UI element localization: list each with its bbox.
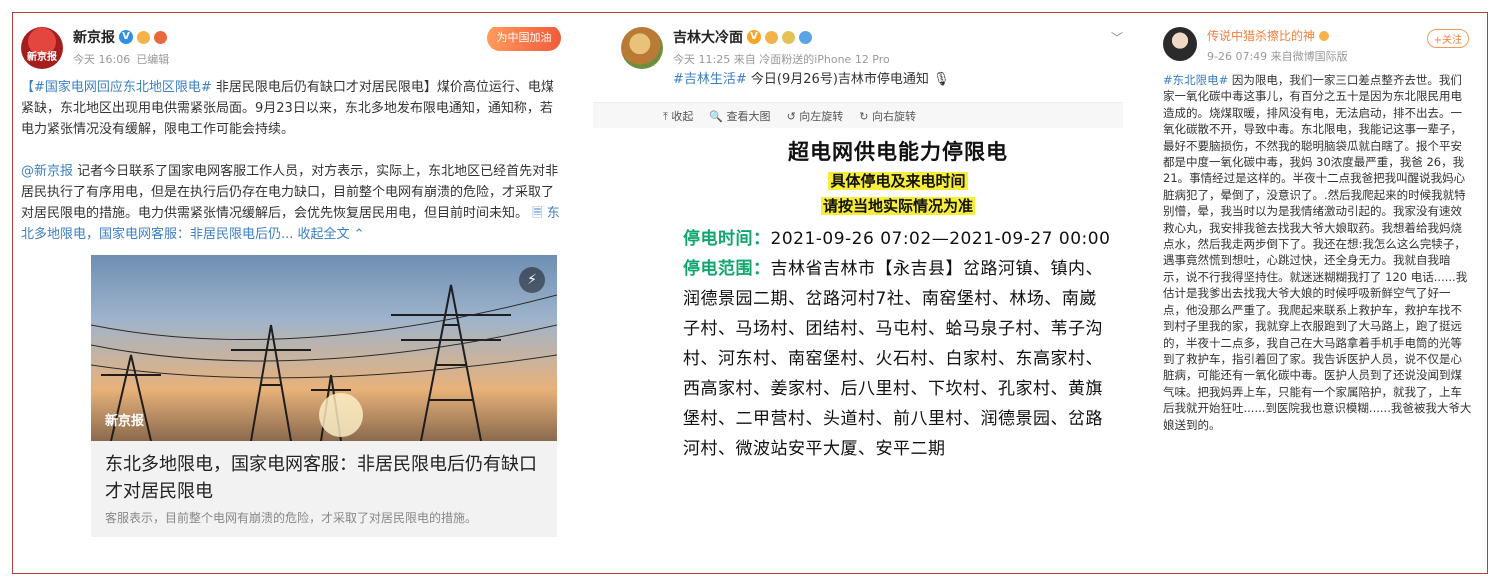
globe-icon	[799, 30, 812, 44]
medal-icon	[137, 30, 150, 44]
verified-icon: V	[747, 30, 761, 44]
post-header: 传说中猎杀擦比的神 9-26 07:49 来自微博国际版 +关注	[1163, 27, 1473, 64]
avatar[interactable]	[1163, 27, 1197, 61]
weibo-post-jilin: 吉林大冷面 V 今天 11:25 来自 冷面粉送的iPhone 12 Pro #…	[593, 27, 1123, 567]
mention-link[interactable]: @新京报	[21, 164, 73, 179]
outage-time-label: 停电时间：	[683, 229, 771, 249]
article-card-title: 东北多地限电，国家电网客服：非居民限电后仍有缺口才对居民限电	[105, 454, 537, 502]
hashtag-link[interactable]: #吉林生活#	[673, 72, 747, 87]
outage-range-value: 吉林省吉林市【永吉县】岔路河镇、镇内、润德景园二期、岔路河村7社、南窑堡村、林场…	[683, 259, 1103, 459]
outage-notice-image[interactable]: 超电网供电能力停限电 具体停电及来电时间 请按当地实际情况为准 停电时间：202…	[593, 136, 1123, 464]
username[interactable]: 吉林大冷面	[673, 27, 743, 47]
verified-icon: V	[119, 30, 133, 44]
post-paragraph: 记者今日联系了国家电网客服工作人员，对方表示，实际上，东北地区已经首先对非居民执…	[21, 164, 559, 221]
post-text: 【#国家电网回应东北地区限电# 非居民限电后仍有缺口才对居民限电】煤价高位运行、…	[21, 77, 561, 245]
view-large-button[interactable]: 🔍 查看大图	[709, 108, 770, 124]
outage-range-label: 停电范围：	[683, 259, 771, 279]
username[interactable]: 传说中猎杀擦比的神	[1207, 27, 1315, 44]
crown-icon	[765, 30, 778, 44]
notice-title: 超电网供电能力停限电	[788, 140, 1008, 164]
avatar[interactable]: 新京报	[21, 27, 63, 69]
photo-watermark: 新京报	[105, 414, 145, 429]
power-tower-illustration	[91, 284, 557, 441]
edited-label: 已编辑	[136, 53, 170, 66]
avatar-label: 新京报	[27, 52, 57, 63]
rotate-right-button[interactable]: ↻ 向右旋转	[859, 108, 916, 124]
medal-icon	[782, 30, 795, 44]
image-toolbar: ⤒ 收起 🔍 查看大图 ↺ 向左旋转 ↻ 向右旋转	[593, 102, 1123, 128]
collapse-button[interactable]: 收起全文 ⌃	[293, 227, 365, 242]
collapse-image-button[interactable]: ⤒ 收起	[663, 108, 693, 124]
hashtag-link[interactable]: 【#国家电网回应东北地区限电#	[21, 80, 212, 95]
notice-highlight-2: 请按当地实际情况为准	[820, 197, 975, 215]
username[interactable]: 新京报	[73, 27, 115, 47]
weibo-post-personal: 传说中猎杀擦比的神 9-26 07:49 来自微博国际版 +关注 #东北限电# …	[1163, 27, 1473, 567]
avatar[interactable]	[621, 27, 663, 69]
hashtag-link[interactable]: #东北限电#	[1163, 73, 1228, 87]
notice-body: 停电时间：2021-09-26 07:02—2021-09-27 00:00 停…	[683, 224, 1113, 464]
outage-time-value: 2021-09-26 07:02—2021-09-27 00:00	[770, 229, 1111, 249]
rotate-left-button[interactable]: ↺ 向左旋转	[787, 108, 844, 124]
post-time: 今天 16:06	[73, 53, 131, 66]
campaign-badge: 为中国加油	[487, 27, 561, 51]
weibo-post-xinjingbao: 新京报 新京报 V 今天 16:06 已编辑 为中国加油 【#国家电网回应东北地区…	[21, 27, 561, 567]
post-header: 吉林大冷面 V 今天 11:25 来自 冷面粉送的iPhone 12 Pro #…	[593, 27, 1123, 90]
post-time: 今天 11:25 来自 冷面粉送的iPhone 12 Pro	[673, 53, 890, 66]
post-time: 9-26 07:49 来自微博国际版	[1207, 50, 1348, 63]
crown-icon	[1319, 30, 1330, 41]
post-text: 今日(9月26号)吉林市停电通知	[746, 72, 929, 87]
post-header: 新京报 新京报 V 今天 16:06 已编辑 为中国加油	[21, 27, 561, 69]
post-body: 因为限电，我们一家三口差点整齐去世。我们家一氧化碳中毒这事儿，有百分之五十是因为…	[1163, 73, 1472, 432]
article-photo[interactable]: ⚡ 新京报	[91, 255, 557, 441]
post-text: #东北限电# 因为限电，我们一家三口差点整齐去世。我们家一氧化碳中毒这事儿，有百…	[1163, 72, 1473, 433]
flash-icon[interactable]: ⚡	[519, 267, 545, 293]
screenshot-collage: 新京报 新京报 V 今天 16:06 已编辑 为中国加油 【#国家电网回应东北地区…	[12, 12, 1488, 574]
chevron-down-icon[interactable]: ﹀	[1111, 29, 1123, 46]
article-card-desc: 客服表示，目前整个电网有崩溃的危险，才采取了对居民限电的措施。	[105, 511, 478, 525]
article-card[interactable]: 东北多地限电，国家电网客服：非居民限电后仍有缺口才对居民限电 客服表示，目前整个…	[91, 441, 557, 537]
guitar-icon	[154, 30, 167, 44]
follow-button[interactable]: +关注	[1426, 29, 1469, 48]
mic-icon: 🎙	[933, 72, 950, 87]
notice-highlight-1: 具体停电及来电时间	[828, 172, 968, 190]
